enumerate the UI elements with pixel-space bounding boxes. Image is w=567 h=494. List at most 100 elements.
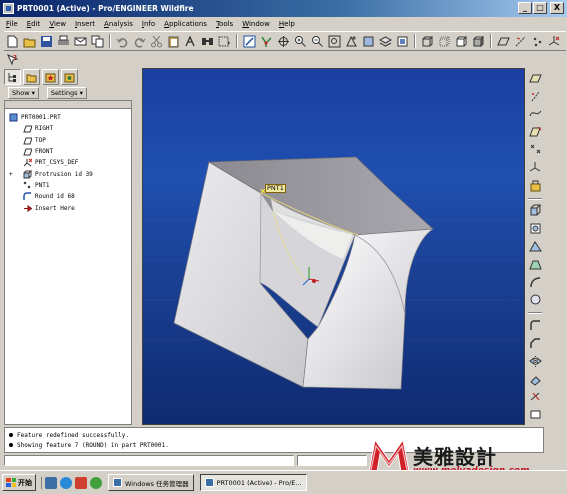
menu-window[interactable]: Window	[242, 20, 270, 28]
settings-menu[interactable]: Settings ▾	[46, 87, 87, 99]
start-button[interactable]: 开始	[2, 474, 36, 491]
tree-item[interactable]: TOP	[5, 135, 131, 146]
extrude-tool-icon[interactable]	[527, 204, 543, 219]
datum-axis-display-icon[interactable]	[512, 33, 528, 49]
zoom-in-icon[interactable]	[292, 33, 308, 49]
maximize-button[interactable]: □	[533, 2, 547, 14]
tree-item[interactable]: PRT_CSYS_DEF	[5, 157, 131, 168]
datum-curve-tool-icon[interactable]	[527, 107, 543, 122]
insert-here-icon	[22, 204, 32, 213]
no-hidden-icon[interactable]	[453, 33, 469, 49]
pattern-tool-icon[interactable]	[527, 407, 543, 422]
tree-item[interactable]: PNT1	[5, 180, 131, 191]
datum-point-tool-icon[interactable]	[527, 142, 543, 157]
analysis-tool-icon[interactable]	[527, 178, 543, 193]
new-icon[interactable]	[4, 33, 20, 49]
desktop-icon[interactable]	[45, 476, 57, 489]
redo-icon[interactable]	[131, 33, 147, 49]
messenger-icon[interactable]	[90, 476, 102, 489]
task-task-manager[interactable]: Windows 任务管理器	[108, 474, 194, 491]
expand-toggle[interactable]: +	[9, 171, 15, 178]
merge-tool-icon[interactable]	[527, 372, 543, 387]
csys-icon	[22, 158, 32, 167]
menu-view[interactable]: View	[49, 20, 66, 28]
round-icon	[22, 192, 32, 201]
tab-model-tree[interactable]	[4, 69, 21, 85]
filter-field[interactable]	[297, 455, 367, 466]
hidden-line-icon[interactable]	[436, 33, 452, 49]
select-box-icon[interactable]	[216, 33, 232, 49]
graphics-viewport[interactable]: PNT1	[142, 68, 525, 425]
tab-favorites[interactable]	[42, 69, 59, 85]
tab-connections[interactable]	[61, 69, 78, 85]
undo-icon[interactable]	[114, 33, 130, 49]
tree-item[interactable]: Round id 68	[5, 191, 131, 202]
part-model[interactable]	[143, 69, 525, 425]
orient-icon[interactable]	[275, 33, 291, 49]
ie-icon[interactable]	[60, 476, 72, 489]
datum-point-display-icon[interactable]	[529, 33, 545, 49]
toolbar-separator	[414, 34, 416, 48]
mirror-tool-icon[interactable]	[527, 354, 543, 369]
zoom-out-icon[interactable]	[309, 33, 325, 49]
round-tool-icon[interactable]	[527, 318, 543, 333]
menu-file[interactable]: File	[6, 20, 18, 28]
trim-tool-icon[interactable]	[527, 390, 543, 405]
menu-edit[interactable]: Edit	[27, 20, 41, 28]
datum-plane-display-icon[interactable]	[495, 33, 511, 49]
tree-item[interactable]: FRONT	[5, 146, 131, 157]
tree-item[interactable]: Insert Here	[5, 202, 131, 213]
show-menu[interactable]: Show ▾	[8, 87, 39, 99]
svg-text:?: ?	[13, 54, 17, 62]
task-label: PRT0001 (Active) - Pro/E...	[216, 478, 302, 487]
menu-tools[interactable]: Tools	[216, 20, 233, 28]
menu-applications[interactable]: Applications	[164, 20, 207, 28]
draft-tool-icon[interactable]	[527, 293, 543, 308]
save-icon[interactable]	[38, 33, 54, 49]
chamfer-tool-icon[interactable]	[527, 336, 543, 351]
close-button[interactable]: X	[550, 2, 564, 14]
find-icon[interactable]	[199, 33, 215, 49]
repaint-icon[interactable]	[241, 33, 257, 49]
menu-insert[interactable]: Insert	[75, 20, 95, 28]
message-bullet-icon	[9, 443, 13, 447]
copy-icon[interactable]	[89, 33, 105, 49]
shading-icon[interactable]	[470, 33, 486, 49]
media-icon[interactable]	[75, 476, 87, 489]
minimize-button[interactable]: _	[518, 2, 532, 14]
regenerate-icon[interactable]	[182, 33, 198, 49]
email-icon[interactable]	[72, 33, 88, 49]
refit-icon[interactable]	[326, 33, 342, 49]
whats-this-icon[interactable]: ?	[4, 51, 20, 67]
paste-icon[interactable]	[165, 33, 181, 49]
task-proe[interactable]: PRT0001 (Active) - Pro/E...	[199, 474, 307, 491]
tab-folder-browser[interactable]	[23, 69, 40, 85]
wireframe-icon[interactable]	[419, 33, 435, 49]
sketch-tool-icon[interactable]	[527, 124, 543, 139]
reorient-icon[interactable]	[343, 33, 359, 49]
hole-tool-icon[interactable]	[527, 239, 543, 254]
menu-help[interactable]: Help	[279, 20, 295, 28]
revolve-tool-icon[interactable]	[527, 221, 543, 236]
csys-display-icon[interactable]	[546, 33, 562, 49]
csys-tool-icon[interactable]	[527, 160, 543, 175]
tree-root[interactable]: PRT0001.PRT	[5, 112, 131, 123]
shell-tool-icon[interactable]	[527, 257, 543, 272]
tree-item[interactable]: + Protrusion id 39	[5, 168, 131, 179]
menu-info[interactable]: Info	[142, 20, 155, 28]
tree-item[interactable]: RIGHT	[5, 123, 131, 134]
spin-center-icon[interactable]	[258, 33, 274, 49]
saved-views-icon[interactable]	[360, 33, 376, 49]
open-icon[interactable]	[21, 33, 37, 49]
layers-icon[interactable]	[377, 33, 393, 49]
menu-analysis[interactable]: Analysis	[104, 20, 133, 28]
print-icon[interactable]	[55, 33, 71, 49]
protrusion-icon	[22, 170, 32, 179]
rib-tool-icon[interactable]	[527, 275, 543, 290]
datum-plane-tool-icon[interactable]	[527, 71, 543, 86]
title-bar[interactable]: PRT0001 (Active) - Pro/ENGINEER Wildfire…	[0, 0, 567, 17]
view-manager-icon[interactable]	[394, 33, 410, 49]
datum-axis-tool-icon[interactable]	[527, 89, 543, 104]
model-tree: PRT0001.PRT RIGHT TOP FRONT PRT_CSYS_DEF + Pr…	[4, 109, 132, 425]
cut-icon[interactable]	[148, 33, 164, 49]
